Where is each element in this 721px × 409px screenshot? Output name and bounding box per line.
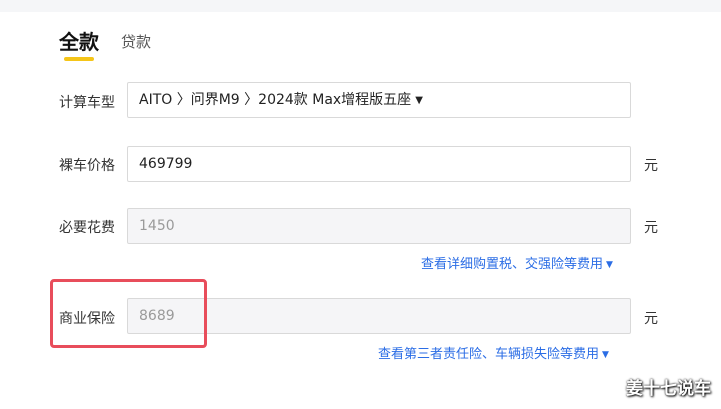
commercial-insurance-details-text: 查看第三者责任险、车辆损失险等费用 bbox=[378, 347, 600, 362]
bare-price-label: 裸车价格 bbox=[59, 158, 115, 174]
top-strip bbox=[0, 0, 721, 12]
model-label: 计算车型 bbox=[59, 95, 115, 111]
necessary-cost-input[interactable]: 1450 bbox=[127, 208, 631, 244]
necessary-cost-unit: 元 bbox=[644, 220, 658, 236]
commercial-insurance-unit: 元 bbox=[644, 311, 658, 327]
watermark: 姜十七说车 bbox=[626, 379, 711, 399]
necessary-cost-label: 必要花费 bbox=[59, 220, 115, 236]
annotation-highlight-box bbox=[50, 279, 207, 348]
caret-down-icon: ▼ bbox=[606, 260, 613, 270]
model-select-value: AITO 〉问界M9 〉2024款 Max增程版五座 bbox=[139, 92, 412, 108]
tab-full-payment[interactable]: 全款 bbox=[59, 26, 99, 55]
model-select[interactable]: AITO 〉问界M9 〉2024款 Max增程版五座 ▼ bbox=[127, 82, 631, 118]
tab-loan[interactable]: 贷款 bbox=[121, 31, 151, 52]
commercial-insurance-details-link[interactable]: 查看第三者责任险、车辆损失险等费用 ▼ bbox=[378, 343, 609, 362]
caret-down-icon: ▼ bbox=[602, 350, 609, 360]
necessary-cost-details-link[interactable]: 查看详细购置税、交强险等费用 ▼ bbox=[421, 253, 613, 272]
caret-down-icon: ▼ bbox=[415, 95, 423, 106]
bare-price-input[interactable]: 469799 bbox=[127, 146, 631, 182]
bare-price-unit: 元 bbox=[644, 158, 658, 174]
necessary-cost-details-text: 查看详细购置税、交强险等费用 bbox=[421, 257, 604, 272]
active-tab-indicator bbox=[64, 57, 94, 61]
